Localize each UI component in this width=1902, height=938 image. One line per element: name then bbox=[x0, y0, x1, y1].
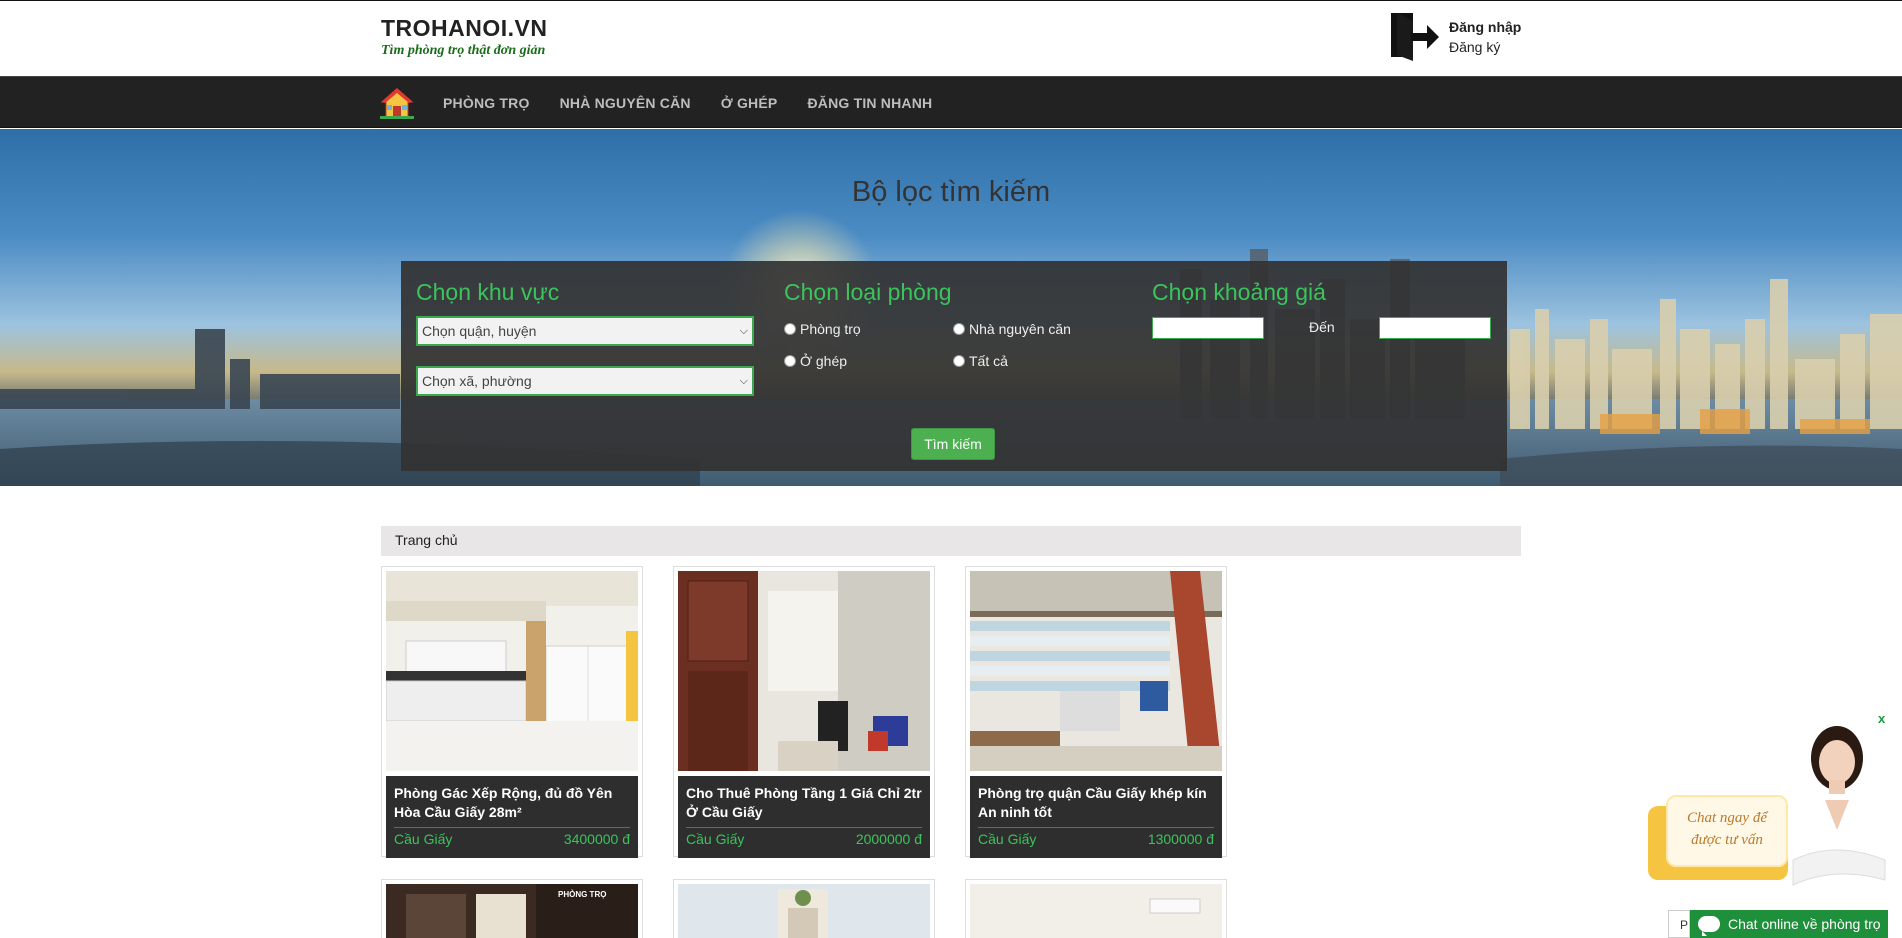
price-heading: Chọn khoảng giá bbox=[1152, 279, 1326, 305]
listing-district: Cầu Giấy bbox=[978, 831, 1037, 847]
listing-info: Phòng Gác Xếp Rộng, đủ đồ Yên Hòa Cầu Gi… bbox=[386, 776, 638, 858]
listing-title[interactable]: Phòng Gác Xếp Rộng, đủ đồ Yên Hòa Cầu Gi… bbox=[394, 784, 630, 822]
radio-button[interactable] bbox=[784, 355, 796, 367]
filter-title: Bộ lọc tìm kiếm bbox=[851, 176, 1051, 208]
brand-slogan: Tìm phòng trọ thật đơn giản bbox=[381, 43, 546, 58]
main-nav: PHÒNG TRỌ NHÀ NGUYÊN CĂN Ở GHÉP ĐĂNG TIN… bbox=[0, 76, 1902, 128]
listing-price: 3400000 đ bbox=[563, 831, 630, 847]
listing-photo[interactable] bbox=[970, 884, 1222, 938]
listing-meta: Cầu Giấy 3400000 đ bbox=[394, 827, 630, 847]
listing-meta: Cầu Giấy 1300000 đ bbox=[978, 827, 1214, 847]
ward-select-value: Chọn xã, phường bbox=[422, 373, 532, 389]
radio-phong-tro[interactable]: Phòng trọ bbox=[784, 321, 861, 337]
radio-o-ghep[interactable]: Ở ghép bbox=[784, 353, 847, 369]
listing-meta: Cầu Giấy 2000000 đ bbox=[686, 827, 922, 847]
listing-price: 2000000 đ bbox=[855, 831, 922, 847]
listing-district: Cầu Giấy bbox=[394, 831, 453, 847]
chat-p-tab[interactable]: P bbox=[1668, 910, 1690, 938]
listing-photo[interactable] bbox=[678, 571, 930, 771]
listing-photo[interactable] bbox=[970, 571, 1222, 771]
register-link[interactable]: Đăng ký bbox=[1449, 37, 1521, 57]
photo-watermark: PHÒNG TRỌ bbox=[558, 890, 607, 899]
nav-menu: PHÒNG TRỌ NHÀ NGUYÊN CĂN Ở GHÉP ĐĂNG TIN… bbox=[443, 77, 962, 129]
account-links: Đăng nhập Đăng ký bbox=[1449, 17, 1521, 57]
nav-item-phong-tro[interactable]: PHÒNG TRỌ bbox=[443, 95, 530, 111]
hero-banner: Bộ lọc tìm kiếm Chọn khu vực Chọn quận, … bbox=[0, 129, 1902, 486]
search-button[interactable]: Tìm kiếm bbox=[911, 428, 995, 460]
district-select-value: Chọn quận, huyện bbox=[422, 323, 537, 339]
listing-info: Phòng trọ quận Cầu Giấy khép kín An ninh… bbox=[970, 776, 1222, 858]
nav-item-nha-nguyen-can[interactable]: NHÀ NGUYÊN CĂN bbox=[560, 95, 691, 111]
radio-label: Phòng trọ bbox=[800, 321, 861, 337]
price-max-input[interactable] bbox=[1379, 317, 1491, 339]
price-to-label: Đến bbox=[1309, 319, 1335, 335]
listing-card[interactable]: Phòng Gác Xếp Rộng, đủ đồ Yên Hòa Cầu Gi… bbox=[381, 566, 643, 858]
radio-button[interactable] bbox=[953, 323, 965, 335]
radio-label: Ở ghép bbox=[800, 353, 848, 369]
search-filter-panel: Chọn khu vực Chọn quận, huyện ⌵ Chọn xã,… bbox=[401, 261, 1507, 471]
radio-label: Tất cả bbox=[969, 353, 1008, 369]
area-filter: Chọn khu vực Chọn quận, huyện ⌵ Chọn xã,… bbox=[416, 279, 754, 396]
radio-tat-ca[interactable]: Tất cả bbox=[953, 353, 1008, 369]
price-filter: Chọn khoảng giá Đến bbox=[1152, 279, 1492, 399]
listing-card[interactable]: PHÒNG TRỌ bbox=[381, 879, 643, 938]
breadcrumb: Trang chủ bbox=[381, 526, 1521, 556]
listing-title[interactable]: Phòng trọ quận Cầu Giấy khép kín An ninh… bbox=[978, 784, 1214, 822]
house-icon[interactable] bbox=[380, 87, 414, 119]
listing-card[interactable] bbox=[673, 879, 935, 938]
listing-photo[interactable] bbox=[678, 884, 930, 938]
chat-bubble-icon bbox=[1698, 916, 1720, 936]
chat-online-button[interactable]: Chat online về phòng trọ bbox=[1690, 910, 1888, 938]
top-header: TROHANOI.VN Tìm phòng trọ thật đơn giản … bbox=[0, 0, 1902, 76]
ward-select[interactable]: Chọn xã, phường ⌵ bbox=[416, 366, 754, 396]
listing-title[interactable]: Cho Thuê Phòng Tầng 1 Giá Chỉ 2tr Ở Cầu … bbox=[686, 784, 922, 822]
listing-price: 1300000 đ bbox=[1147, 831, 1214, 847]
chat-bubble[interactable]: Chat ngay để được tư vấn bbox=[1666, 795, 1788, 867]
area-heading: Chọn khu vực bbox=[416, 279, 560, 305]
login-door-icon[interactable] bbox=[1387, 9, 1439, 61]
radio-label: Nhà nguyên căn bbox=[969, 321, 1071, 337]
radio-nha-nguyen-can[interactable]: Nhà nguyên căn bbox=[953, 321, 1071, 337]
nav-item-o-ghep[interactable]: Ở GHÉP bbox=[721, 95, 778, 111]
radio-button[interactable] bbox=[953, 355, 965, 367]
district-select[interactable]: Chọn quận, huyện ⌵ bbox=[416, 316, 754, 346]
login-link[interactable]: Đăng nhập bbox=[1449, 17, 1521, 37]
listing-district: Cầu Giấy bbox=[686, 831, 745, 847]
radio-button[interactable] bbox=[784, 323, 796, 335]
chat-agent-avatar[interactable] bbox=[1775, 720, 1895, 910]
room-type-heading: Chọn loại phòng bbox=[784, 279, 952, 305]
account-box: Đăng nhập Đăng ký bbox=[1387, 9, 1521, 61]
chevron-down-icon: ⌵ bbox=[739, 374, 748, 387]
listing-card[interactable]: Cho Thuê Phòng Tầng 1 Giá Chỉ 2tr Ở Cầu … bbox=[673, 566, 935, 858]
chat-online-label: Chat online về phòng trọ bbox=[1728, 916, 1881, 932]
room-type-filter: Chọn loại phòng Phòng trọ Nhà nguyên căn… bbox=[784, 279, 1124, 399]
listing-card[interactable] bbox=[965, 879, 1227, 938]
listing-card[interactable]: Phòng trọ quận Cầu Giấy khép kín An ninh… bbox=[965, 566, 1227, 858]
listing-info: Cho Thuê Phòng Tầng 1 Giá Chỉ 2tr Ở Cầu … bbox=[678, 776, 930, 858]
chevron-down-icon: ⌵ bbox=[739, 324, 748, 337]
brand-name[interactable]: TROHANOI.VN bbox=[381, 15, 548, 42]
listing-photo[interactable] bbox=[385, 571, 638, 772]
price-min-input[interactable] bbox=[1152, 317, 1264, 339]
brand-logo[interactable]: TROHANOI.VN Tìm phòng trọ thật đơn giản bbox=[381, 15, 548, 59]
breadcrumb-home[interactable]: Trang chủ bbox=[395, 532, 458, 548]
nav-item-dang-tin-nhanh[interactable]: ĐĂNG TIN NHANH bbox=[807, 95, 932, 111]
